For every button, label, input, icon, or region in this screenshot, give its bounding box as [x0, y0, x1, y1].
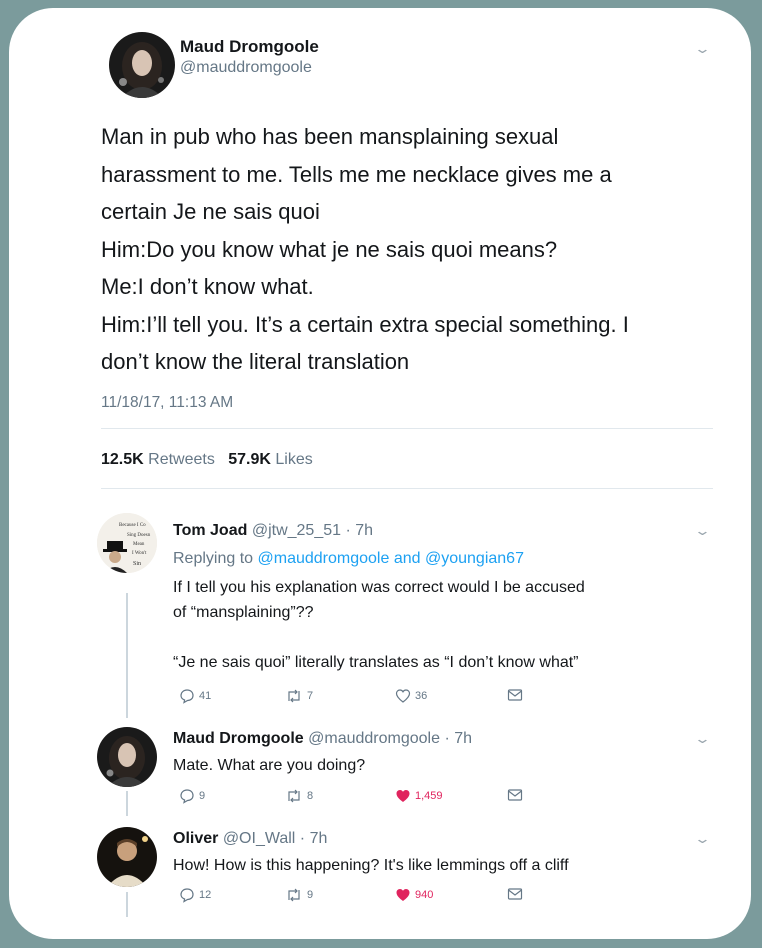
tweet-line: certain Je ne sais quoi	[101, 199, 320, 224]
heart-icon	[396, 790, 410, 802]
message-button[interactable]	[507, 887, 523, 901]
reply-count: 9	[199, 790, 206, 802]
retweet-button[interactable]: 9	[285, 887, 313, 903]
reply-button[interactable]: 12	[179, 887, 211, 903]
reply-header: Oliver @OI_Wall · 7h	[173, 830, 327, 848]
tweet-line: Man in pub who has been mansplaining sex…	[101, 124, 559, 149]
avatar[interactable]	[97, 727, 157, 787]
reply-actions: 41 7 36	[173, 688, 533, 706]
divider	[101, 428, 713, 429]
envelope-icon	[507, 888, 523, 900]
chevron-down-icon[interactable]: ⌄	[694, 731, 711, 747]
heart-icon	[396, 889, 410, 901]
reply-line: How! How is this happening? It's like le…	[173, 857, 569, 874]
divider	[101, 488, 713, 489]
retweet-count: 7	[307, 690, 314, 702]
author-name[interactable]: Maud Dromgoole	[180, 37, 319, 57]
avatar-text: Because I Co	[119, 523, 146, 528]
tweet-line: harassment to me. Tells me me necklace g…	[101, 161, 612, 187]
retweet-button[interactable]: 8	[285, 788, 313, 804]
comment-icon	[180, 789, 194, 804]
likes-count: 57.9K	[228, 451, 271, 468]
avatar[interactable]: Because I Co Sing Doesn Mean I Won't Sin	[97, 513, 157, 573]
reply-line: If I tell you his explanation was correc…	[173, 579, 585, 596]
reply-line: of “mansplaining”??	[173, 604, 314, 621]
message-button[interactable]	[507, 788, 523, 802]
envelope-icon	[507, 689, 523, 701]
retweet-count: 9	[307, 889, 314, 901]
reply-button[interactable]: 41	[179, 688, 211, 704]
retweet-icon	[288, 689, 300, 703]
reply-button[interactable]: 9	[179, 788, 205, 804]
reply-text: If I tell you his explanation was correc…	[173, 575, 733, 675]
reply-meta[interactable]: @OI_Wall · 7h	[223, 830, 328, 847]
retweet-icon	[288, 789, 300, 803]
reply-count: 41	[199, 690, 212, 702]
reply-text: How! How is this happening? It's like le…	[173, 853, 733, 878]
avatar-text: Sing Doesn	[127, 533, 151, 538]
reply-actions: 9 8 1,459	[173, 788, 533, 806]
chevron-down-icon[interactable]: ⌄	[694, 831, 711, 847]
avatar-text: Sin	[133, 561, 141, 567]
like-button[interactable]: 940	[395, 887, 433, 903]
reply-line: “Je ne sais quoi” literally translates a…	[173, 654, 579, 671]
tweet-card: Maud Dromgoole @mauddromgoole ⌄ Man in p…	[9, 8, 751, 939]
reply-header: Maud Dromgoole @mauddromgoole · 7h	[173, 730, 472, 748]
tweet-timestamp[interactable]: 11/18/17, 11:13 AM	[101, 394, 233, 412]
like-button[interactable]: 36	[395, 688, 427, 704]
replying-prefix: Replying to	[173, 550, 254, 567]
reply-author-name[interactable]: Maud Dromgoole	[173, 730, 304, 747]
mention-link[interactable]: @youngian67	[425, 550, 524, 567]
tweet-stats: 12.5K Retweets 57.9K Likes	[101, 451, 313, 469]
thread-line	[126, 791, 128, 816]
tweet-line: Him:I’ll tell you. It’s a certain extra …	[101, 311, 629, 337]
reply-author-name[interactable]: Oliver	[173, 830, 218, 847]
message-button[interactable]	[507, 688, 523, 702]
tweet-text: Man in pub who has been mansplaining sex…	[101, 118, 701, 381]
retweets-stat[interactable]: 12.5K Retweets	[101, 451, 215, 468]
thread-line	[126, 892, 128, 917]
like-count: 940	[415, 889, 434, 901]
mention-link[interactable]: @mauddromgoole	[258, 550, 390, 567]
likes-stat[interactable]: 57.9K Likes	[228, 451, 313, 468]
tweet-line: don’t know the literal translation	[101, 349, 410, 374]
envelope-icon	[507, 789, 523, 801]
retweets-count: 12.5K	[101, 451, 144, 468]
tweet-line: Me:I don’t know what.	[101, 274, 314, 299]
avatar[interactable]	[97, 827, 157, 887]
retweet-count: 8	[307, 790, 314, 802]
comment-icon	[180, 888, 194, 903]
retweet-icon	[288, 888, 300, 902]
retweet-button[interactable]: 7	[285, 688, 313, 704]
reply-author-name[interactable]: Tom Joad	[173, 522, 247, 539]
like-count: 1,459	[415, 790, 443, 802]
chevron-down-icon[interactable]: ⌄	[694, 523, 711, 539]
thread-line	[126, 593, 128, 718]
tweet-line: Him:Do you know what je ne sais quoi mea…	[101, 236, 558, 262]
author-handle[interactable]: @mauddromgoole	[180, 59, 312, 77]
like-count: 36	[415, 690, 428, 702]
reply-line	[173, 625, 733, 650]
reply-meta[interactable]: @jtw_25_51 · 7h	[252, 522, 373, 539]
reply-line: Mate. What are you doing?	[173, 757, 366, 774]
reply-meta[interactable]: @mauddromgoole · 7h	[308, 730, 472, 747]
reply-count: 12	[199, 889, 212, 901]
avatar[interactable]	[109, 32, 175, 98]
avatar-text: Mean	[133, 542, 145, 547]
retweets-label: Retweets	[148, 451, 215, 468]
chevron-down-icon[interactable]: ⌄	[694, 41, 711, 57]
reply-header: Tom Joad @jtw_25_51 · 7h	[173, 522, 373, 540]
replying-and[interactable]: and	[394, 550, 421, 567]
reply-actions: 12 9 940	[173, 887, 533, 905]
reply-text: Mate. What are you doing?	[173, 753, 733, 778]
avatar-text: I Won't	[132, 551, 147, 556]
replying-to: Replying to @mauddromgoole and @youngian…	[173, 550, 524, 568]
heart-icon	[395, 689, 411, 703]
likes-label: Likes	[275, 451, 313, 468]
like-button[interactable]: 1,459	[395, 788, 443, 804]
comment-icon	[180, 689, 194, 704]
